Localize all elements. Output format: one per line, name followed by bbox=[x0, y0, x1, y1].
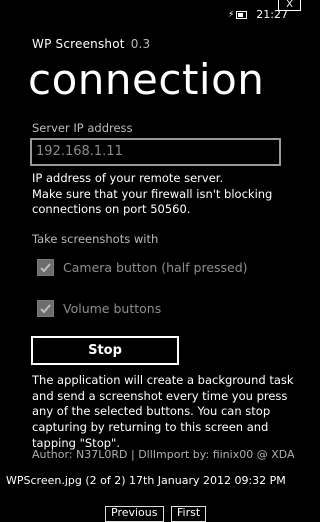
server-info-line: Make sure that your firewall isn't block… bbox=[32, 186, 273, 201]
camera-button-label: Camera button (half pressed) bbox=[63, 260, 248, 275]
server-ip-input[interactable]: 192.168.1.11 bbox=[30, 138, 281, 166]
take-screenshots-label: Take screenshots with bbox=[32, 232, 159, 246]
author-credit: Author: N37L0RD | DllImport by: fiinix00… bbox=[32, 448, 295, 461]
first-button[interactable]: First bbox=[171, 506, 207, 522]
server-info-line: connections on port 50560. bbox=[32, 202, 191, 216]
checkmark-icon bbox=[40, 263, 51, 273]
battery-charging-icon: ⚡ bbox=[228, 10, 248, 20]
app-name: WP Screenshot bbox=[32, 37, 125, 51]
server-info: IP address of your remote server. Make s… bbox=[32, 171, 272, 218]
app-title: WP Screenshot 0.3 bbox=[32, 37, 150, 51]
camera-button-option[interactable]: Camera button (half pressed) bbox=[37, 259, 248, 276]
server-ip-label: Server IP address bbox=[32, 121, 133, 135]
viewer-caption: WPScreen.jpg (2 of 2) 17th January 2012 … bbox=[6, 474, 286, 487]
phone-screen: ⚡ 21:27 WP Screenshot 0.3 connection Ser… bbox=[0, 0, 298, 465]
app-version: 0.3 bbox=[130, 37, 151, 51]
checkmark-icon bbox=[40, 304, 51, 314]
previous-button[interactable]: Previous bbox=[105, 506, 164, 522]
stop-button[interactable]: Stop bbox=[31, 336, 179, 365]
close-button[interactable]: X bbox=[278, 0, 301, 11]
server-info-line: IP address of your remote server. bbox=[32, 171, 224, 185]
volume-buttons-option[interactable]: Volume buttons bbox=[37, 300, 161, 317]
volume-buttons-label: Volume buttons bbox=[63, 301, 162, 316]
page-title: connection bbox=[28, 55, 265, 104]
checkbox-camera[interactable] bbox=[37, 259, 54, 276]
checkbox-volume[interactable] bbox=[37, 300, 54, 317]
description-text: The application will create a background… bbox=[32, 373, 294, 450]
